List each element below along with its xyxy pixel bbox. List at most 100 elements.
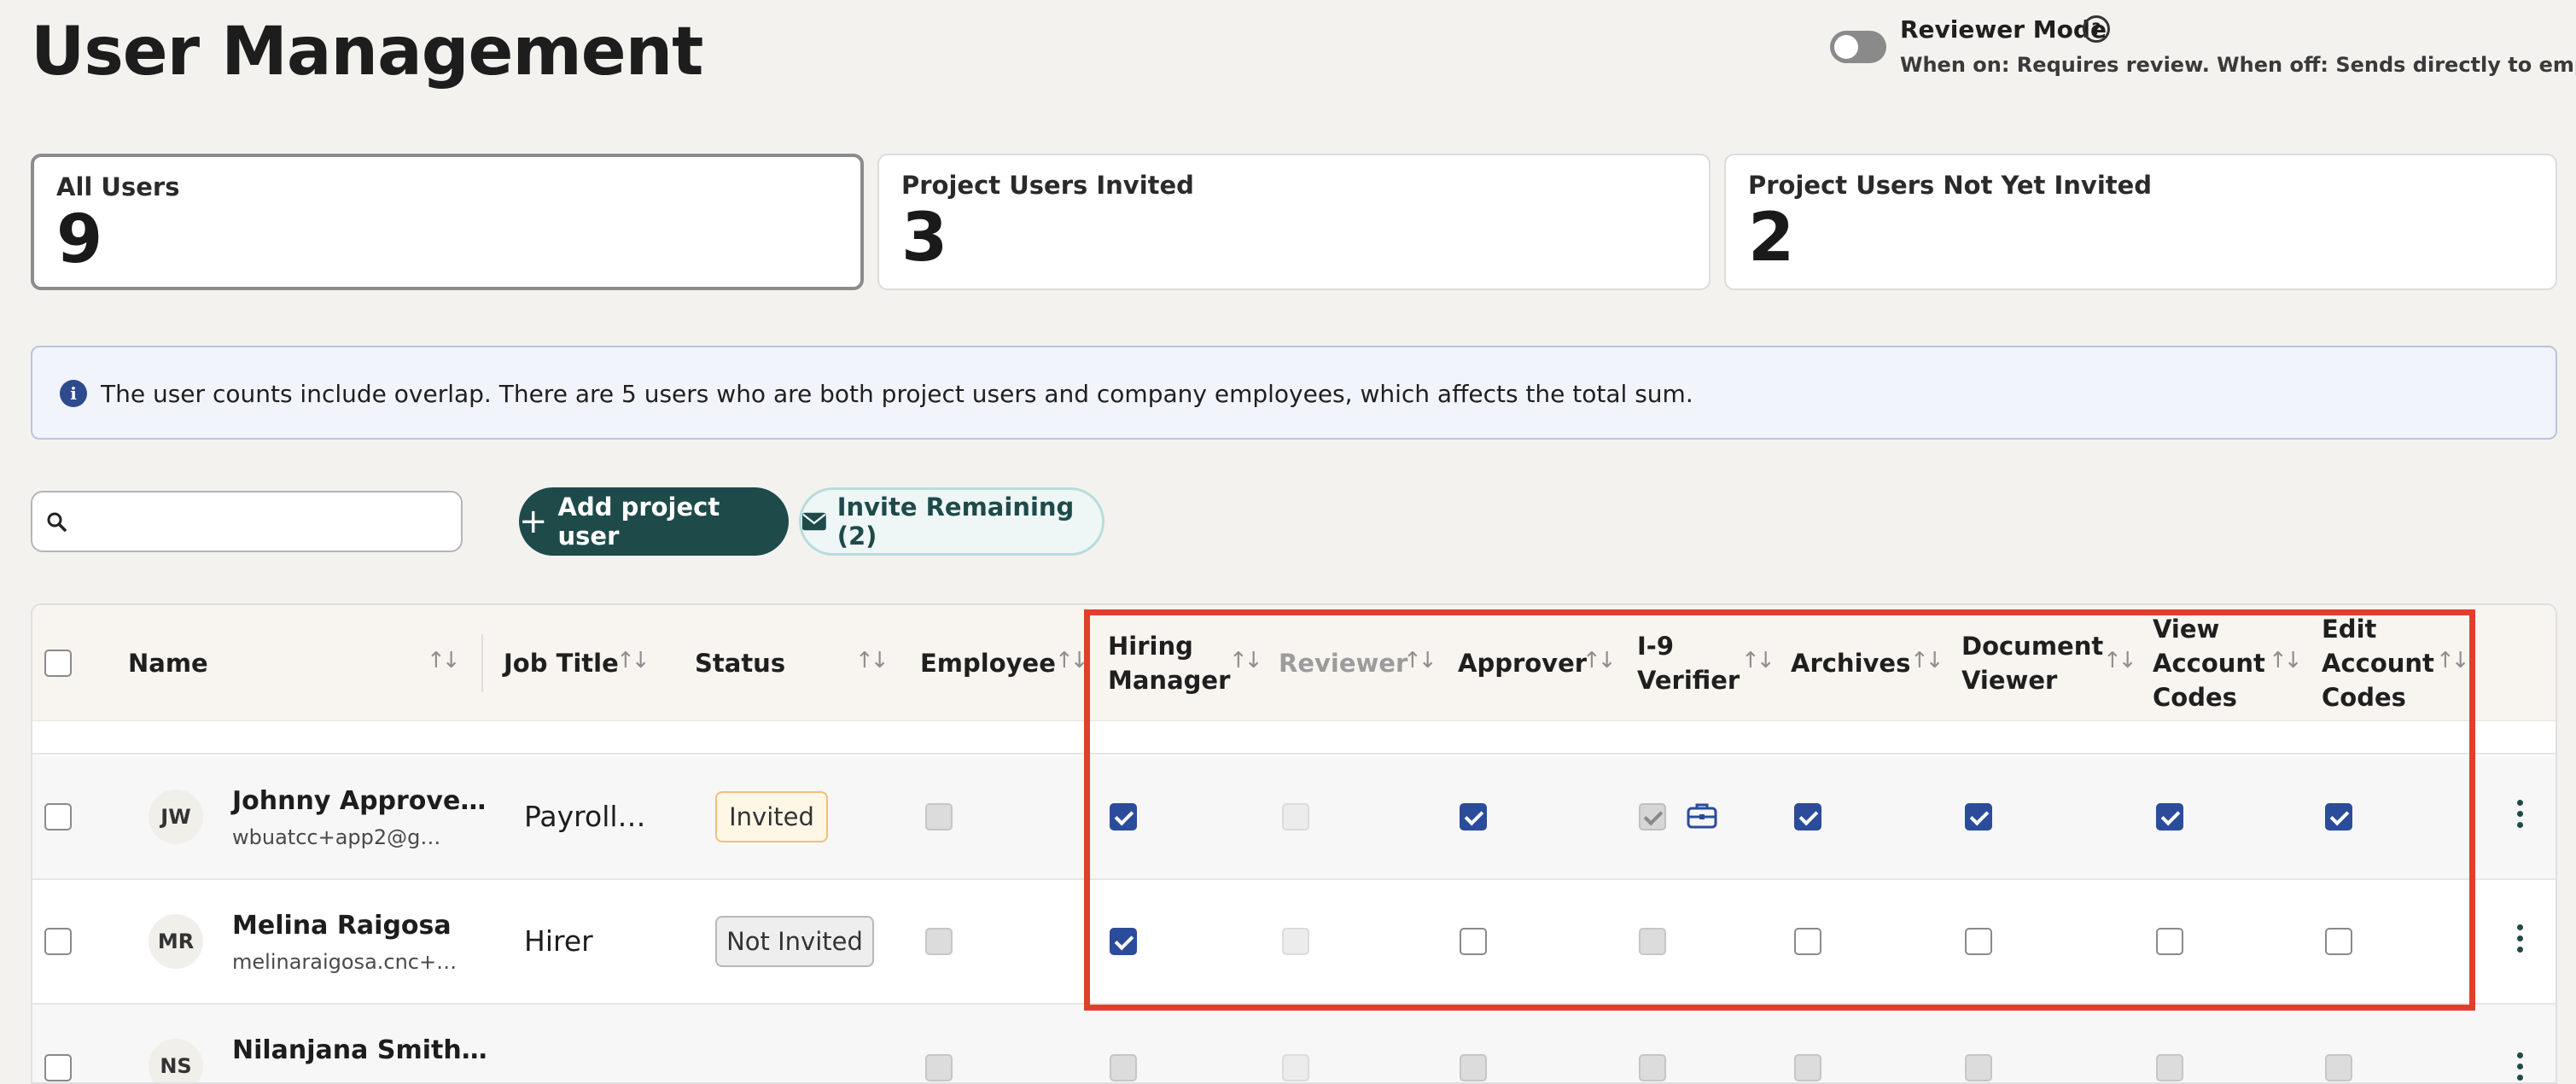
sort-icon[interactable]: ↑↓ [2269,648,2303,673]
info-banner-text: The user counts include overlap. There a… [101,380,1693,408]
row-select-checkbox[interactable] [44,928,72,955]
column-header-archives[interactable]: Archives [1791,605,1910,721]
column-header-employee[interactable]: Employee [920,605,1056,721]
hiring-manager-checkbox[interactable] [1110,928,1137,955]
avatar: NS [149,1039,203,1082]
reviewer-mode-toggle[interactable] [1830,31,1886,63]
column-header-edit-account-codes[interactable]: Edit Account Codes [2322,605,2441,721]
user-name[interactable]: Nilanjana Smith… [232,1035,487,1065]
hiring-manager-checkbox[interactable] [1110,1054,1137,1081]
column-header-job-title[interactable]: Job Title [504,605,619,721]
sort-icon[interactable]: ↑↓ [1403,648,1437,673]
table-row[interactable]: JW Johnny Approve… wbuatcc+app2@g… Payro… [32,755,2556,880]
edit-account-codes-checkbox[interactable] [2325,1054,2352,1081]
column-label: Archives [1791,649,1911,678]
table-row[interactable]: NS Nilanjana Smith… [32,1005,2556,1082]
edit-account-codes-checkbox[interactable] [2325,803,2352,830]
hiring-manager-checkbox[interactable] [1110,803,1137,830]
stat-card-project-users-invited[interactable]: Project Users Invited 3 [877,154,1711,290]
column-label: Hiring Manager [1108,632,1231,695]
row-select-checkbox[interactable] [44,803,72,830]
briefcase-icon [1687,803,1717,829]
column-label: Status [695,649,786,678]
column-label: Employee [920,649,1056,678]
column-divider [481,634,483,692]
column-label: Document Viewer [1961,632,2104,695]
stat-card-project-users-not-invited[interactable]: Project Users Not Yet Invited 2 [1724,154,2557,290]
stat-label: All Users [56,172,180,201]
row-actions-menu-icon[interactable] [2515,1052,2525,1082]
search-box [31,491,463,552]
i9-verifier-checkbox [1639,803,1666,830]
approver-checkbox[interactable] [1460,928,1487,955]
column-label: I-9 Verifier [1637,632,1740,695]
view-account-codes-checkbox[interactable] [2156,928,2183,955]
column-header-approver[interactable]: Approver [1458,605,1587,721]
users-table: Name ↑↓ Job Title ↑↓ Status ↑↓ Employee … [31,603,2557,1084]
column-header-view-account-codes[interactable]: View Account Codes [2153,605,2272,721]
employee-checkbox [925,803,953,830]
user-name[interactable]: Johnny Approve… [232,786,486,816]
reviewer-checkbox [1282,1054,1309,1081]
stat-card-all-users[interactable]: All Users 9 [31,154,864,290]
document-viewer-checkbox[interactable] [1965,1054,1992,1081]
column-label: Name [128,649,208,678]
column-header-hiring-manager[interactable]: Hiring Manager [1108,605,1230,721]
page-title: User Management [31,14,703,90]
row-select-checkbox[interactable] [44,1054,72,1081]
reviewer-checkbox [1282,803,1309,830]
column-header-status[interactable]: Status [695,605,785,721]
toggle-knob [1834,35,1858,59]
approver-checkbox[interactable] [1460,803,1487,830]
document-viewer-checkbox[interactable] [1965,803,1992,830]
view-account-codes-checkbox[interactable] [2156,803,2183,830]
table-header: Name ↑↓ Job Title ↑↓ Status ↑↓ Employee … [32,605,2556,721]
column-header-i9-verifier[interactable]: I-9 Verifier [1637,605,1740,721]
view-account-codes-checkbox[interactable] [2156,1054,2183,1081]
sort-icon[interactable]: ↑↓ [427,648,461,673]
stat-value: 3 [901,200,948,277]
invite-remaining-button[interactable]: Invite Remaining (2) [799,487,1104,556]
edit-account-codes-checkbox[interactable] [2325,928,2352,955]
sort-icon[interactable]: ↑↓ [855,648,889,673]
sort-icon[interactable]: ↑↓ [2436,648,2470,673]
job-title: Hirer [524,924,593,958]
reviewer-mode-description: When on: Requires review. When off: Send… [1900,53,2576,77]
column-label: Reviewer [1279,649,1408,678]
search-input[interactable] [80,501,447,544]
sort-icon[interactable]: ↑↓ [1055,648,1089,673]
user-email: melinaraigosa.cnc+… [232,950,458,974]
user-management-page: User Management Reviewer Mode ? When on:… [0,0,2576,1084]
sort-icon[interactable]: ↑↓ [2103,648,2137,673]
stat-label: Project Users Not Yet Invited [1748,171,2153,200]
add-project-user-button[interactable]: + Add project user [519,487,789,556]
i9-verifier-checkbox [1639,928,1666,955]
user-name[interactable]: Melina Raigosa [232,911,452,941]
archives-checkbox[interactable] [1794,1054,1821,1081]
archives-checkbox[interactable] [1794,928,1821,955]
approver-checkbox[interactable] [1460,1054,1487,1081]
info-banner: i The user counts include overlap. There… [31,346,2557,440]
invite-remaining-label: Invite Remaining (2) [836,492,1075,551]
column-header-document-viewer[interactable]: Document Viewer [1961,605,2103,721]
plus-icon: + [519,502,548,541]
archives-checkbox[interactable] [1794,803,1821,830]
sort-icon[interactable]: ↑↓ [616,648,650,673]
reviewer-checkbox [1282,928,1309,955]
employee-checkbox [925,928,953,955]
column-header-reviewer[interactable]: Reviewer [1279,605,1407,721]
sort-icon[interactable]: ↑↓ [1229,648,1263,673]
select-all-checkbox[interactable] [44,650,72,677]
info-icon: i [60,380,87,407]
sort-icon[interactable]: ↑↓ [1741,648,1775,673]
column-header-name[interactable]: Name [128,605,208,721]
i9-verifier-checkbox [1639,1054,1666,1081]
help-icon[interactable]: ? [2083,15,2110,43]
table-row[interactable]: MR Melina Raigosa melinaraigosa.cnc+… Hi… [32,880,2556,1005]
row-actions-menu-icon[interactable] [2515,800,2525,834]
row-actions-menu-icon[interactable] [2515,924,2525,959]
sort-icon[interactable]: ↑↓ [1582,648,1617,673]
document-viewer-checkbox[interactable] [1965,928,1992,955]
column-label: View Account Codes [2153,615,2265,712]
sort-icon[interactable]: ↑↓ [1910,648,1944,673]
